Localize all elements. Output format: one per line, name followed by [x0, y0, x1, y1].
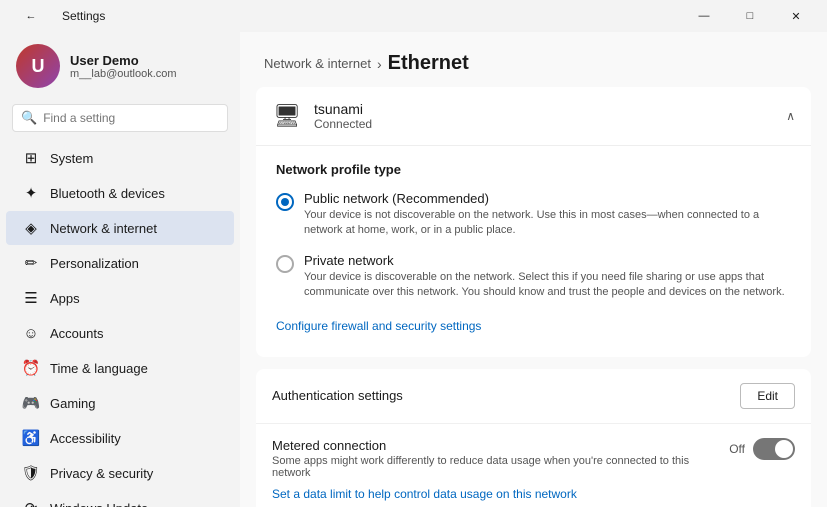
auth-label: Authentication settings — [272, 388, 403, 403]
connection-name: tsunami — [314, 101, 372, 117]
sidebar-item-label-time: Time & language — [50, 361, 148, 376]
search-icon: 🔍 — [21, 110, 37, 126]
sidebar-item-label-privacy: Privacy & security — [50, 466, 153, 481]
sidebar-item-label-accounts: Accounts — [50, 326, 103, 341]
toggle-label: Off — [729, 442, 745, 456]
connection-panel: 🖥 tsunami Connected ∧ Network profile ty… — [256, 87, 811, 357]
sidebar-item-time[interactable]: ⏰ Time & language — [6, 351, 234, 385]
update-icon: ⟳ — [22, 499, 40, 507]
sidebar-item-accounts[interactable]: ☺ Accounts — [6, 316, 234, 350]
close-button[interactable]: ✕ — [773, 0, 819, 32]
radio-public-desc: Your device is not discoverable on the n… — [304, 208, 791, 239]
user-email: m__lab@outlook.com — [70, 68, 177, 80]
chevron-up-icon[interactable]: ∧ — [786, 109, 795, 123]
breadcrumb-current: Ethernet — [388, 52, 469, 75]
sidebar-item-label-personalization: Personalization — [50, 256, 139, 271]
time-icon: ⏰ — [22, 359, 40, 377]
profile-section: Network profile type Public network (Rec… — [256, 146, 811, 357]
accounts-icon: ☺ — [22, 324, 40, 342]
titlebar-controls: — □ ✕ — [681, 0, 819, 32]
sidebar: U User Demo m__lab@outlook.com 🔍 ⊞ System… — [0, 32, 240, 507]
user-profile[interactable]: U User Demo m__lab@outlook.com — [0, 32, 240, 100]
maximize-button[interactable]: □ — [727, 0, 773, 32]
metered-toggle[interactable]: Off — [729, 438, 795, 460]
user-name: User Demo — [70, 53, 177, 68]
auth-row: Authentication settings Edit — [256, 369, 811, 424]
bluetooth-icon: ✦ — [22, 184, 40, 202]
apps-icon: ☰ — [22, 289, 40, 307]
sidebar-item-network[interactable]: ◈ Network & internet — [6, 211, 234, 245]
search-box[interactable]: 🔍 — [12, 104, 228, 132]
metered-desc: Some apps might work differently to redu… — [272, 455, 729, 479]
firewall-link[interactable]: Configure firewall and security settings — [276, 319, 481, 333]
sidebar-item-bluetooth[interactable]: ✦ Bluetooth & devices — [6, 176, 234, 210]
toggle-thumb — [775, 440, 793, 458]
sidebar-item-update[interactable]: ⟳ Windows Update — [6, 491, 234, 507]
sidebar-item-label-update: Windows Update — [50, 501, 148, 507]
breadcrumb-separator: › — [377, 56, 382, 72]
personalization-icon: ✏ — [22, 254, 40, 272]
minimize-button[interactable]: — — [681, 0, 727, 32]
sidebar-item-apps[interactable]: ☰ Apps — [6, 281, 234, 315]
accessibility-icon: ♿ — [22, 429, 40, 447]
network-icon: 🖥 — [272, 101, 302, 131]
sidebar-item-label-gaming: Gaming — [50, 396, 96, 411]
toggle-track[interactable] — [753, 438, 795, 460]
content-area: Network & internet › Ethernet 🖥 tsunami … — [240, 32, 827, 507]
user-info: User Demo m__lab@outlook.com — [70, 53, 177, 80]
sidebar-item-label-apps: Apps — [50, 291, 80, 306]
network-icon: ◈ — [22, 219, 40, 237]
avatar: U — [16, 44, 60, 88]
connection-header: 🖥 tsunami Connected ∧ — [256, 87, 811, 146]
radio-private[interactable]: Private network Your device is discovera… — [276, 253, 791, 301]
sidebar-item-label-accessibility: Accessibility — [50, 431, 121, 446]
section-title: Network profile type — [276, 162, 791, 177]
gaming-icon: 🎮 — [22, 394, 40, 412]
sidebar-item-accessibility[interactable]: ♿ Accessibility — [6, 421, 234, 455]
breadcrumb-parent[interactable]: Network & internet — [264, 56, 371, 71]
nav-list: ⊞ System ✦ Bluetooth & devices ◈ Network & in… — [0, 140, 240, 507]
settings-panel: Authentication settings Edit Metered con… — [256, 369, 811, 507]
metered-row: Metered connection Some apps might work … — [256, 424, 811, 507]
titlebar: ← Settings — □ ✕ — [0, 0, 827, 32]
radio-private-label: Private network — [304, 253, 791, 268]
sidebar-item-label-system: System — [50, 151, 93, 166]
sidebar-item-label-network: Network & internet — [50, 221, 157, 236]
radio-public[interactable]: Public network (Recommended) Your device… — [276, 191, 791, 239]
connection-info: 🖥 tsunami Connected — [272, 101, 372, 131]
metered-label: Metered connection — [272, 438, 729, 453]
breadcrumb: Network & internet › Ethernet — [240, 32, 827, 87]
radio-public-label: Public network (Recommended) — [304, 191, 791, 206]
sidebar-item-privacy[interactable]: 🛡 Privacy & security — [6, 456, 234, 490]
connection-status: Connected — [314, 117, 372, 131]
sidebar-item-label-bluetooth: Bluetooth & devices — [50, 186, 165, 201]
main-layout: U User Demo m__lab@outlook.com 🔍 ⊞ System… — [0, 32, 827, 507]
system-icon: ⊞ — [22, 149, 40, 167]
data-limit-link[interactable]: Set a data limit to help control data us… — [272, 487, 577, 501]
back-button[interactable]: ← — [8, 0, 54, 32]
privacy-icon: 🛡 — [22, 464, 40, 482]
auth-edit-button[interactable]: Edit — [740, 383, 795, 409]
search-input[interactable] — [43, 111, 219, 125]
sidebar-item-personalization[interactable]: ✏ Personalization — [6, 246, 234, 280]
titlebar-title: Settings — [62, 9, 105, 23]
titlebar-left: ← Settings — [8, 0, 105, 32]
radio-private-circle[interactable] — [276, 255, 294, 273]
radio-private-desc: Your device is discoverable on the netwo… — [304, 270, 791, 301]
sidebar-item-system[interactable]: ⊞ System — [6, 141, 234, 175]
sidebar-item-gaming[interactable]: 🎮 Gaming — [6, 386, 234, 420]
radio-public-circle[interactable] — [276, 193, 294, 211]
